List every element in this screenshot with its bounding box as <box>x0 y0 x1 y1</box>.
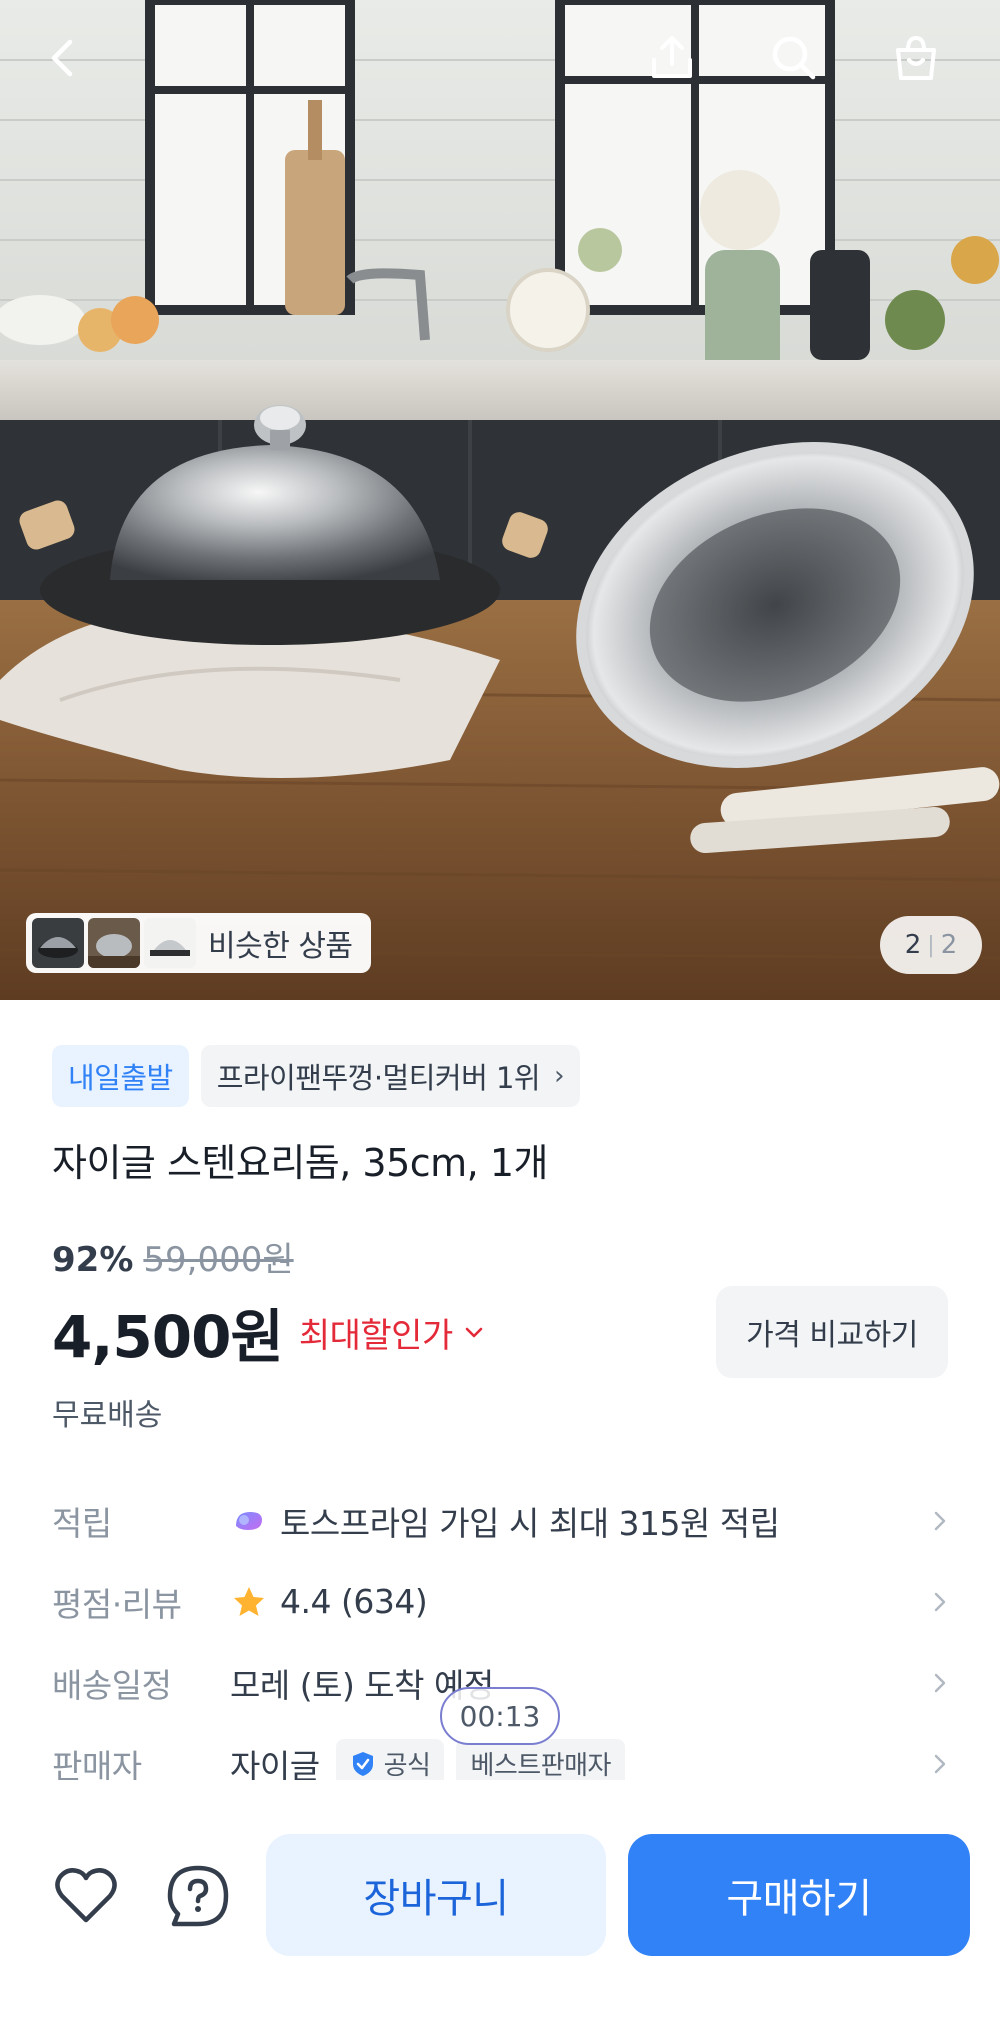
similar-thumbnail <box>32 918 84 968</box>
question-chat-icon <box>167 1865 229 1927</box>
delivery-label: 배송일정 <box>52 1665 172 1705</box>
price-row: 4,500원 최대할인가 <box>52 1290 485 1374</box>
best-seller-badge-label: 베스트판매자 <box>470 1751 611 1781</box>
ranking-tag[interactable]: 프라이팬뚜껑·멀티커버 1위 › <box>200 1045 581 1107</box>
shield-check-icon <box>352 1751 373 1776</box>
product-photo <box>0 0 1000 1000</box>
discount-info: 92% 59,000원 <box>52 1232 294 1281</box>
star-icon <box>234 1586 264 1616</box>
chevron-right-icon <box>934 1511 946 1530</box>
search-button[interactable] <box>758 22 830 94</box>
back-button[interactable] <box>28 22 100 94</box>
similar-thumbnail <box>88 918 140 968</box>
max-discount-toggle[interactable]: 최대할인가 <box>299 1308 485 1357</box>
official-badge-label: 공식 <box>383 1751 431 1781</box>
chevron-right-icon <box>934 1754 946 1773</box>
chevron-right-icon <box>934 1592 946 1611</box>
cart-button[interactable] <box>880 22 952 94</box>
product-tags: 내일출발 프라이팬뚜껑·멀티커버 1위 › <box>52 1045 581 1107</box>
wishlist-button[interactable] <box>48 1858 124 1934</box>
chevron-down-icon <box>465 1327 483 1338</box>
heart-icon <box>55 1868 117 1923</box>
delivery-tag: 내일출발 <box>52 1045 189 1107</box>
chevron-right-icon <box>934 1673 946 1692</box>
rating-value: 4.4 (634) <box>280 1582 428 1621</box>
inquiry-button[interactable] <box>160 1858 236 1934</box>
page-current: 2 <box>904 930 922 960</box>
max-discount-label: 최대할인가 <box>298 1315 453 1356</box>
add-to-cart-button[interactable]: 장바구니 <box>266 1834 606 1956</box>
ranking-tag-label: 프라이팬뚜껑·멀티커버 1위 <box>216 1061 541 1095</box>
discount-percent: 92% <box>52 1240 134 1280</box>
similar-products-label: 비슷한 상품 <box>208 929 353 964</box>
chevron-right-icon: › <box>554 1061 565 1091</box>
page-separator: | <box>927 932 935 958</box>
product-title: 자이글 스텐요리돔, 35cm, 1개 <box>52 1141 548 1185</box>
image-page-indicator: 2 | 2 <box>880 916 982 974</box>
similar-thumbnail <box>144 918 196 968</box>
rating-row[interactable]: 평점·리뷰 4.4 (634) <box>52 1561 952 1642</box>
page-total: 2 <box>940 930 958 960</box>
points-label: 적립 <box>52 1503 112 1543</box>
points-row[interactable]: 적립 토스프라임 가입 시 최대 315원 적립 <box>52 1480 952 1561</box>
timer-overlay: 00:13 <box>440 1687 560 1745</box>
rating-label: 평점·리뷰 <box>52 1584 182 1624</box>
share-icon <box>652 36 692 78</box>
product-details: 적립 토스프라임 가입 시 최대 315원 적립 평점·리뷰 4.4 (634)… <box>52 1480 952 1804</box>
toss-prime-icon <box>236 1511 262 1530</box>
delivery-tag-label: 내일출발 <box>68 1061 173 1095</box>
original-price: 59,000원 <box>143 1240 294 1280</box>
shopping-bag-icon <box>896 35 936 80</box>
points-value: 토스프라임 가입 시 최대 315원 적립 <box>280 1503 780 1543</box>
share-button[interactable] <box>636 22 708 94</box>
similar-products-button[interactable]: 비슷한 상품 <box>26 913 371 973</box>
chevron-left-icon <box>51 39 73 77</box>
product-image-gallery[interactable]: 비슷한 상품 2 | 2 <box>0 0 1000 1000</box>
sale-price: 4,500원 <box>52 1303 284 1371</box>
shipping-info: 무료배송 <box>52 1398 163 1433</box>
search-icon <box>772 36 816 80</box>
compare-price-button[interactable]: 가격 비교하기 <box>716 1286 948 1378</box>
buy-now-button[interactable]: 구매하기 <box>628 1834 970 1956</box>
